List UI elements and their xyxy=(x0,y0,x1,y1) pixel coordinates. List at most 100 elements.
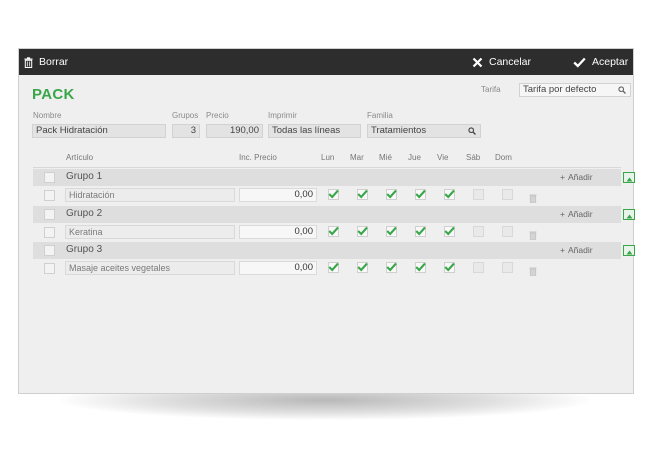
day-checkbox[interactable] xyxy=(357,189,368,200)
cancel-button[interactable]: Cancelar xyxy=(472,56,531,68)
item-article-field[interactable]: Masaje aceites vegetales xyxy=(65,261,235,275)
nombre-label: Nombre xyxy=(33,111,62,120)
day-checkbox[interactable] xyxy=(502,226,513,237)
group-name: Grupo 2 xyxy=(66,208,103,219)
day-checkbox[interactable] xyxy=(444,226,455,237)
collapse-button[interactable] xyxy=(623,245,635,256)
day-checkbox[interactable] xyxy=(357,226,368,237)
group-checkbox[interactable] xyxy=(44,245,55,256)
header-divider xyxy=(33,167,621,168)
search-icon xyxy=(468,127,476,137)
check-icon xyxy=(444,186,455,204)
close-icon xyxy=(472,57,483,68)
col-articulo: Artículo xyxy=(66,153,94,162)
col-lun: Lun xyxy=(321,153,335,162)
item-price-field[interactable]: 0,00 xyxy=(239,225,317,239)
day-checkbox[interactable] xyxy=(502,262,513,273)
day-checkbox[interactable] xyxy=(444,189,455,200)
familia-select[interactable]: Tratamientos xyxy=(367,124,481,138)
tarifa-label: Tarifa xyxy=(481,85,501,94)
item-checkbox[interactable] xyxy=(44,263,55,274)
day-checkbox[interactable] xyxy=(415,262,426,273)
check-icon xyxy=(415,186,426,204)
check-icon xyxy=(328,186,339,204)
day-checkbox[interactable] xyxy=(386,262,397,273)
day-checkbox[interactable] xyxy=(473,262,484,273)
day-checkbox[interactable] xyxy=(328,262,339,273)
day-checkbox[interactable] xyxy=(444,262,455,273)
group-row: Grupo 2 + Añadir xyxy=(33,206,635,223)
item-article-field[interactable]: Hidratación xyxy=(65,188,235,202)
day-checkbox[interactable] xyxy=(386,226,397,237)
check-icon xyxy=(328,259,339,277)
check-icon xyxy=(444,223,455,241)
page-title: PACK xyxy=(32,86,75,103)
grupos-label: Grupos xyxy=(172,111,199,120)
add-label: Añadir xyxy=(567,209,593,219)
group-checkbox[interactable] xyxy=(44,172,55,183)
add-button[interactable]: + Añadir xyxy=(560,245,593,255)
precio-field[interactable]: 190,00 xyxy=(206,124,263,138)
check-icon xyxy=(357,259,368,277)
pack-dialog: Borrar Cancelar Aceptar PACK Tarifa Tari… xyxy=(18,48,635,394)
check-icon xyxy=(357,186,368,204)
item-price-field[interactable]: 0,00 xyxy=(239,188,317,202)
familia-label: Familia xyxy=(367,111,393,120)
day-checkbox[interactable] xyxy=(328,189,339,200)
add-button[interactable]: + Añadir xyxy=(560,172,593,182)
day-checkbox[interactable] xyxy=(386,189,397,200)
col-mie: Mié xyxy=(379,153,392,162)
col-mar: Mar xyxy=(350,153,364,162)
group-name: Grupo 3 xyxy=(66,244,103,255)
col-sab: Sáb xyxy=(466,153,481,162)
check-icon xyxy=(386,223,397,241)
accept-button[interactable]: Aceptar xyxy=(573,56,628,68)
plus-icon: + xyxy=(560,172,565,182)
item-checkbox[interactable] xyxy=(44,227,55,238)
collapse-button[interactable] xyxy=(623,172,635,183)
add-button[interactable]: + Añadir xyxy=(560,209,593,219)
check-icon xyxy=(444,259,455,277)
plus-icon: + xyxy=(560,209,565,219)
check-icon xyxy=(415,259,426,277)
delete-row-icon[interactable] xyxy=(529,263,537,281)
delete-button[interactable]: Borrar xyxy=(24,56,68,68)
col-inc-precio: Inc. Precio xyxy=(239,153,277,162)
nombre-field[interactable]: Pack Hidratación xyxy=(32,124,166,138)
grupos-field[interactable]: 3 xyxy=(172,124,200,138)
chevron-up-icon xyxy=(626,242,633,260)
check-icon xyxy=(415,223,426,241)
group-row: Grupo 3 + Añadir xyxy=(33,242,635,259)
collapse-button[interactable] xyxy=(623,209,635,220)
check-icon xyxy=(328,223,339,241)
plus-icon: + xyxy=(560,245,565,255)
day-checkbox[interactable] xyxy=(357,262,368,273)
col-jue: Jue xyxy=(408,153,421,162)
day-checkbox[interactable] xyxy=(328,226,339,237)
precio-label: Precio xyxy=(206,111,229,120)
item-price-field[interactable]: 0,00 xyxy=(239,261,317,275)
group-name: Grupo 1 xyxy=(66,171,103,182)
tarifa-select[interactable]: Tarifa por defecto xyxy=(519,83,631,97)
group-row: Grupo 1 + Añadir xyxy=(33,169,635,186)
check-icon xyxy=(386,186,397,204)
group-checkbox[interactable] xyxy=(44,209,55,220)
imprimir-select[interactable]: Todas las líneas xyxy=(268,124,361,138)
check-icon xyxy=(386,259,397,277)
search-icon xyxy=(618,86,626,96)
item-checkbox[interactable] xyxy=(44,190,55,201)
day-checkbox[interactable] xyxy=(473,189,484,200)
item-article-field[interactable]: Keratina xyxy=(65,225,235,239)
day-checkbox[interactable] xyxy=(415,189,426,200)
toolbar: Borrar Cancelar Aceptar xyxy=(19,49,633,75)
check-icon xyxy=(573,57,586,68)
chevron-up-icon xyxy=(626,169,633,187)
tarifa-value: Tarifa por defecto xyxy=(523,84,597,95)
accept-label: Aceptar xyxy=(592,56,629,68)
trash-icon xyxy=(24,56,33,68)
day-checkbox[interactable] xyxy=(415,226,426,237)
day-checkbox[interactable] xyxy=(502,189,513,200)
imprimir-label: Imprimir xyxy=(268,111,297,120)
day-checkbox[interactable] xyxy=(473,226,484,237)
delete-label: Borrar xyxy=(39,56,69,68)
